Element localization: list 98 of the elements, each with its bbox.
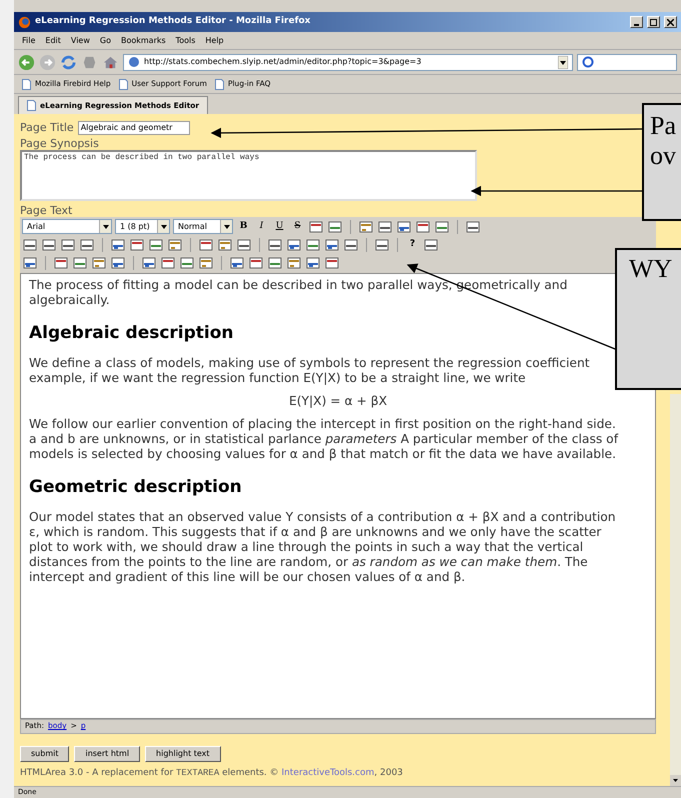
title-input[interactable]: Algebraic and geometr — [78, 121, 190, 136]
caret-icon — [160, 224, 166, 228]
menu-item[interactable]: Bookmarks — [120, 34, 166, 46]
maximize-button[interactable] — [647, 16, 660, 28]
toolbar-icon[interactable] — [79, 236, 95, 252]
toolbar-icon[interactable] — [41, 236, 57, 252]
form-button[interactable]: submit — [20, 746, 70, 762]
menu-item[interactable]: Edit — [45, 34, 61, 46]
toolbar-icon[interactable] — [415, 218, 431, 234]
close-icon — [667, 18, 674, 26]
menu-item[interactable]: View — [70, 34, 90, 46]
maximize-icon — [650, 18, 657, 26]
toolbar-icon[interactable] — [377, 218, 393, 234]
formula: E(Y|X) = α + βX — [288, 394, 388, 408]
callout-box: Pa ov — [642, 103, 681, 221]
toolbar-icon[interactable] — [308, 218, 324, 234]
reload-icon[interactable] — [60, 54, 77, 70]
field-label: Page Synopsis — [20, 136, 100, 150]
scrollbar[interactable] — [670, 394, 681, 786]
scroll-down-icon[interactable] — [670, 775, 681, 786]
format-button[interactable]: B — [236, 219, 251, 234]
toolbar-icon[interactable] — [22, 236, 38, 252]
paragraph: The process of fitting a model can be described in two parallel ways, geometrically and algebraically. — [29, 278, 568, 308]
caret-icon — [224, 224, 230, 228]
toolbar-icon[interactable] — [60, 236, 76, 252]
callout-box: WY — [615, 248, 681, 390]
field-label: Page Title — [20, 120, 74, 136]
toolbar-icon[interactable] — [434, 218, 450, 234]
toolbar-icon[interactable] — [396, 218, 412, 234]
menu-item[interactable]: File — [22, 34, 36, 46]
dropdown[interactable]: Normal — [173, 219, 233, 234]
toolbar-icon[interactable] — [217, 236, 233, 252]
toolbar-icon[interactable] — [327, 218, 343, 234]
paragraph: We define a class of models, making use of symbols to represent the regression coefficient example, if we want the regression function E(Y|X) to be a straight line, we write — [29, 356, 591, 386]
page-icon — [27, 100, 36, 111]
format-button[interactable]: U — [272, 219, 287, 234]
toolbar-icon[interactable] — [343, 236, 359, 252]
toolbar-icon[interactable] — [148, 236, 164, 252]
toolbar-icon[interactable] — [267, 254, 283, 270]
search-engine-icon — [582, 56, 594, 68]
synopsis-textarea[interactable]: The process can be described in two parallel ways — [20, 150, 477, 200]
menu-item[interactable]: Help — [205, 34, 224, 46]
toolbar-icon[interactable] — [229, 254, 245, 270]
format-button[interactable]: I — [254, 219, 269, 234]
form-button[interactable]: highlight text — [145, 746, 221, 762]
toolbar-icon[interactable] — [286, 254, 302, 270]
toolbar-icon[interactable] — [248, 254, 264, 270]
toolbar-icon[interactable] — [110, 236, 126, 252]
toolbar-icon[interactable] — [129, 236, 145, 252]
browser-logo-icon — [18, 16, 31, 28]
toolbar-icon[interactable] — [22, 254, 38, 270]
footer-link[interactable]: InteractiveTools.com — [282, 768, 374, 778]
toolbar-icon[interactable] — [267, 236, 283, 252]
help-button[interactable]: ? — [405, 237, 420, 252]
field-label: Page Text — [20, 204, 74, 216]
page-icon — [118, 78, 128, 90]
menu-item[interactable]: Tools — [176, 34, 196, 46]
toolbar-icon[interactable] — [53, 254, 69, 270]
window-title: eLearning Regression Methods Editor - Mozilla Firefox — [35, 15, 312, 28]
page-icon — [214, 78, 224, 90]
toolbar-icon[interactable] — [198, 236, 214, 252]
toolbar-icon[interactable] — [374, 236, 390, 252]
page-icon — [22, 78, 31, 90]
toolbar-icon[interactable] — [358, 218, 374, 234]
page-icon — [128, 56, 140, 68]
toolbar-icon[interactable] — [465, 218, 481, 234]
format-button[interactable]: S — [290, 219, 305, 234]
close-button[interactable] — [664, 16, 677, 28]
toolbar-icon[interactable] — [72, 254, 88, 270]
toolbar-icon[interactable] — [91, 254, 107, 270]
toolbar-icon[interactable] — [305, 254, 321, 270]
toolbar-icon[interactable] — [236, 236, 252, 252]
paragraph: Our model states that an observed value Y consists of a contribution α + βX and a contribution ε, which is random. This suggests that if α and β are unknowns and we only have the scatter plot to work with, we should draw a line through the points in such a way that the vertical distances from the points to the line are random, or as random as we can make them. The intercept and gradient of this line will be our chosen values of α and β. — [29, 510, 617, 584]
toolbar-icon[interactable] — [167, 236, 183, 252]
dropdown-arrow-icon[interactable] — [558, 56, 568, 68]
toolbar-icon[interactable] — [179, 254, 195, 270]
toolbar-icon[interactable] — [141, 254, 157, 270]
section-heading: Geometric description — [29, 476, 243, 498]
paragraph: We follow our earlier convention of placing the intercept in first position on the right-hand side. a and b are unknowns, or in statistical parlance parameters A particular member of the class of models is selected by choosing values for α and β that match or fit the data we have available. — [29, 416, 620, 462]
toolbar-icon[interactable] — [324, 236, 340, 252]
toolbar-icon[interactable] — [324, 254, 340, 270]
footer-text: HTMLArea 3.0 - A replacement for TEXTAREA elements. © InteractiveTools.com, 2003 — [20, 766, 404, 780]
dropdown[interactable]: Arial — [22, 219, 112, 234]
toolbar-icon[interactable] — [423, 236, 439, 252]
section-heading: Algebraic description — [29, 322, 235, 344]
dropdown[interactable]: 1 (8 pt) — [115, 219, 170, 234]
search-field[interactable] — [577, 54, 677, 70]
address-field[interactable]: http://stats.combechem.slyip.net/admin/editor.php?topic=3&page=3 — [123, 54, 573, 70]
toolbar-icon[interactable] — [286, 236, 302, 252]
back-icon[interactable] — [18, 54, 35, 70]
toolbar-icon[interactable] — [305, 236, 321, 252]
caret-icon — [102, 224, 108, 228]
toolbar-icon[interactable] — [110, 254, 126, 270]
form-button[interactable]: insert html — [74, 746, 140, 762]
minimize-button[interactable] — [630, 16, 643, 28]
toolbar-icon[interactable] — [198, 254, 214, 270]
toolbar-icon[interactable] — [160, 254, 176, 270]
menu-item[interactable]: Go — [100, 34, 111, 46]
